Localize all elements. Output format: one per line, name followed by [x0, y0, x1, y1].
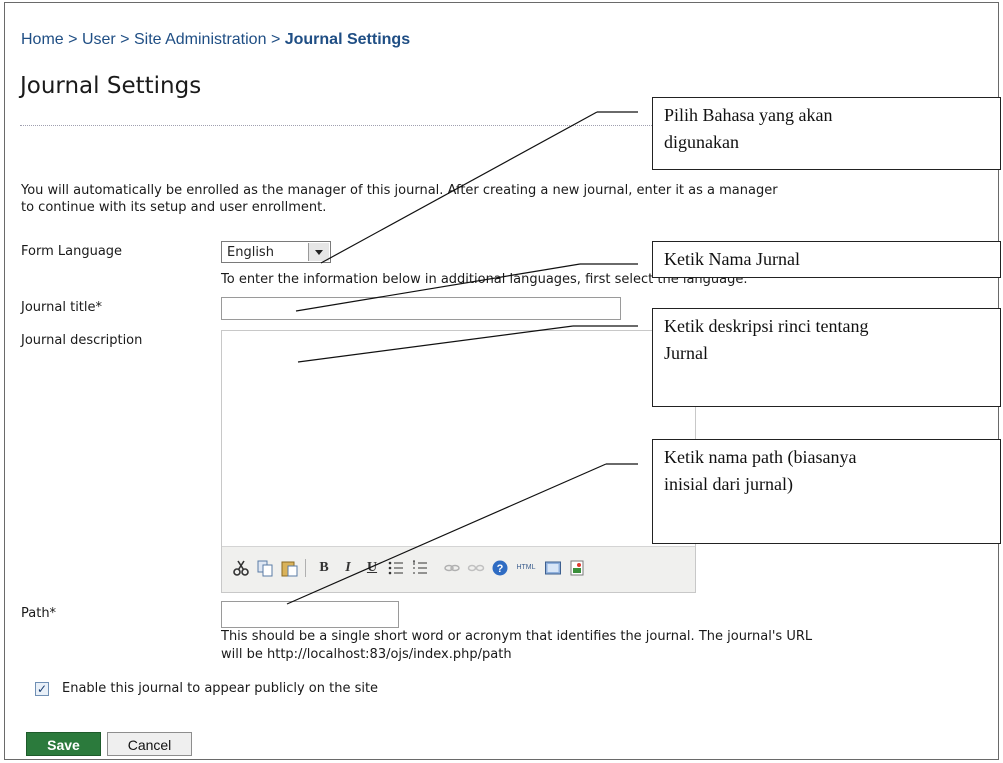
- callout-path-leader: [286, 463, 607, 605]
- callout-description: Ketik deskripsi rinci tentang Jurnal: [652, 308, 1001, 407]
- callout-path: Ketik nama path (biasanya inisial dari j…: [652, 439, 1001, 544]
- callout-path-line-2: inisial dari jurnal): [664, 474, 793, 494]
- callout-title-line: Ketik Nama Jurnal: [664, 249, 800, 269]
- callout-title: Ketik Nama Jurnal: [652, 241, 1001, 278]
- callout-language: Pilih Bahasa yang akan digunakan: [652, 97, 1001, 170]
- callout-description-leader: [297, 325, 574, 363]
- callout-description-line-1: Ketik deskripsi rinci tentang: [664, 316, 869, 336]
- callout-path-line-1: Ketik nama path (biasanya: [664, 447, 857, 467]
- callout-language-leader: [320, 111, 598, 264]
- callout-description-line-2: Jurnal: [664, 343, 708, 363]
- callout-language-line-1: Pilih Bahasa yang akan: [664, 105, 833, 125]
- callout-title-leader: [295, 263, 581, 312]
- callout-language-line-2: digunakan: [664, 132, 739, 152]
